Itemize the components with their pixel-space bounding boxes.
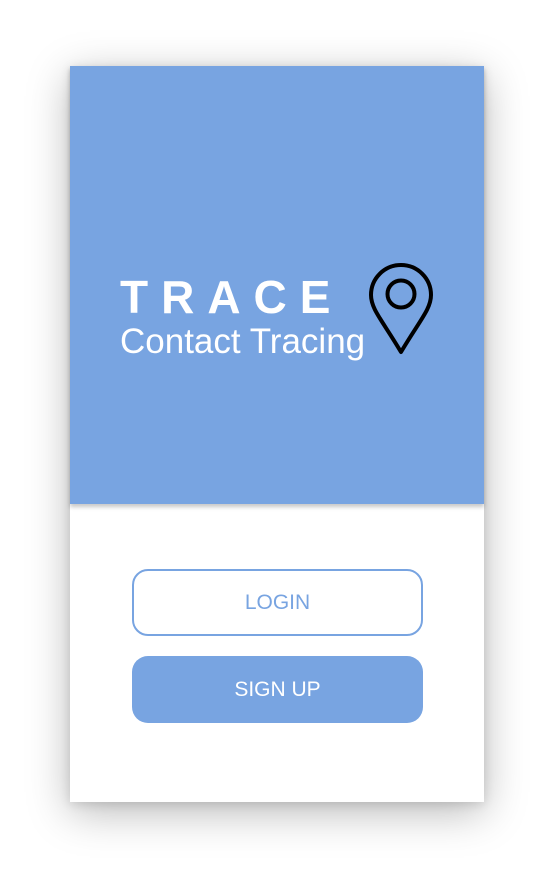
signup-button[interactable]: SIGN UP bbox=[132, 656, 423, 723]
hero-banner: TRACE Contact Tracing bbox=[70, 66, 484, 504]
app-title: TRACE bbox=[120, 271, 344, 323]
welcome-screen: TRACE Contact Tracing LOGIN SIGN UP bbox=[70, 66, 484, 802]
location-pin-icon bbox=[369, 263, 433, 354]
login-button[interactable]: LOGIN bbox=[132, 569, 423, 636]
app-tagline: Contact Tracing bbox=[120, 322, 366, 361]
